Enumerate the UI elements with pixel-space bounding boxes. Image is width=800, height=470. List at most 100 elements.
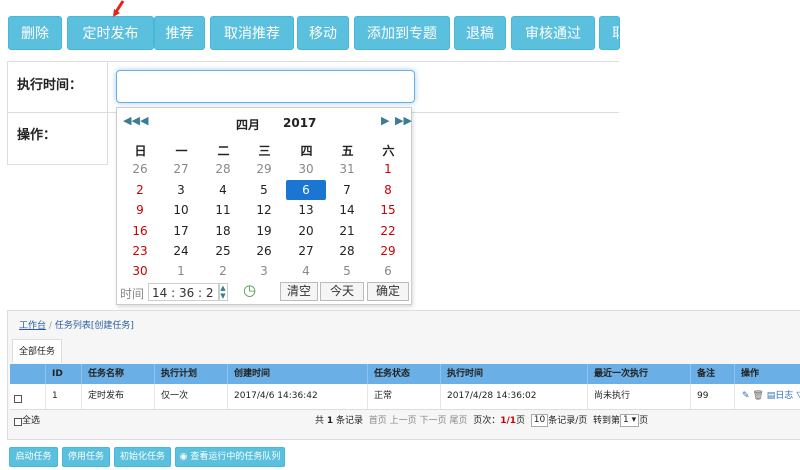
breadcrumb-home-link[interactable]: 工作台	[19, 321, 46, 331]
column-header: 备注	[690, 364, 734, 384]
time-input[interactable]: 14 : 36 : 2	[148, 283, 220, 301]
calendar-day[interactable]: 4	[203, 180, 243, 200]
calendar-day[interactable]: 26	[244, 241, 284, 261]
ok-button[interactable]: 确定	[367, 282, 409, 301]
prev-month-icon[interactable]: ◀	[140, 114, 148, 127]
time-spinner[interactable]: ▲ ▼	[218, 283, 228, 301]
goto-page-select[interactable]: 1 ▾	[620, 414, 640, 427]
first-page-link[interactable]: 首页	[369, 416, 387, 426]
calendar-day[interactable]: 29	[368, 241, 408, 261]
column-header: ID	[45, 364, 81, 384]
breadcrumb-separator: /	[48, 321, 52, 331]
exec-time-input[interactable]	[116, 70, 415, 103]
approve-button[interactable]: 审核通过	[511, 16, 595, 50]
calendar-day[interactable]: 3	[161, 180, 201, 200]
view-running-queue-button[interactable]: ◉ 查看运行中的任务队列	[175, 447, 285, 467]
calendar-day[interactable]: 10	[161, 200, 201, 220]
per-page-input[interactable]: 10	[530, 414, 549, 427]
calendar-day[interactable]: 28	[203, 159, 243, 179]
calendar-day[interactable]: 21	[327, 221, 367, 241]
today-button[interactable]: 今天	[320, 282, 364, 301]
prev-page-link[interactable]: 上一页	[390, 416, 417, 426]
calendar-day[interactable]: 5	[244, 180, 284, 200]
calendar-day[interactable]: 28	[327, 241, 367, 261]
calendar-day[interactable]: 2	[203, 261, 243, 281]
view-running-queue-label: 查看运行中的任务队列	[190, 452, 281, 462]
calendar-month[interactable]: 四月	[236, 116, 260, 133]
next-year-icon[interactable]: ▶▶	[395, 114, 412, 127]
stop-task-button[interactable]: 停用任务	[62, 447, 110, 467]
calendar-day[interactable]: 30	[120, 261, 160, 281]
calendar-day[interactable]: 17	[161, 221, 201, 241]
log-icon[interactable]: ▤	[767, 384, 776, 409]
schedule-publish-button[interactable]: 定时发布	[67, 16, 154, 50]
time-label: 时间	[120, 287, 145, 301]
breadcrumb-task-list[interactable]: 任务列表	[55, 321, 91, 331]
calendar-day[interactable]: 22	[368, 221, 408, 241]
cancel-recommend-button[interactable]: 取消推荐	[210, 16, 294, 50]
next-page-link[interactable]: 下一页	[420, 416, 447, 426]
calendar-day[interactable]: 1	[161, 261, 201, 281]
cell-created: 2017/4/6 14:36:42	[227, 384, 367, 409]
delete-icon[interactable]: 🗑	[752, 384, 763, 409]
calendar-day[interactable]: 1	[368, 159, 408, 179]
calendar-day[interactable]: 14	[327, 200, 367, 220]
cell-remark: 99	[690, 384, 734, 409]
calendar-year[interactable]: 2017	[283, 116, 316, 130]
calendar-day[interactable]: 2	[120, 180, 160, 200]
next-month-icon[interactable]: ▶	[381, 114, 389, 127]
calendar-day[interactable]: 24	[161, 241, 201, 261]
calendar-day[interactable]: 3	[244, 261, 284, 281]
cell-exec-time: 2017/4/28 14:36:02	[440, 384, 587, 409]
calendar-day[interactable]: 8	[368, 180, 408, 200]
calendar-day[interactable]: 27	[161, 159, 201, 179]
add-to-topic-button[interactable]: 添加到专题	[354, 16, 450, 50]
recommend-button[interactable]: 推荐	[154, 16, 205, 50]
calendar-day[interactable]: 7	[327, 180, 367, 200]
clear-button[interactable]: 清空	[280, 282, 318, 301]
calendar-day[interactable]: 15	[368, 200, 408, 220]
row-checkbox[interactable]	[14, 395, 22, 403]
calendar-day[interactable]: 20	[286, 221, 326, 241]
select-all-label: 全选	[22, 416, 41, 426]
run-icon[interactable]: ⧩	[796, 384, 800, 409]
calendar-day[interactable]: 26	[120, 159, 160, 179]
goto-suffix: 页	[639, 416, 649, 426]
column-header: 创建时间	[227, 364, 367, 384]
breadcrumb: 工作台 / 任务列表[创建任务]	[19, 318, 134, 331]
calendar-day[interactable]: 19	[244, 221, 284, 241]
calendar-day[interactable]: 9	[120, 200, 160, 220]
reject-button[interactable]: 退稿	[454, 16, 506, 50]
calendar-day[interactable]: 30	[286, 159, 326, 179]
calendar-day[interactable]: 18	[203, 221, 243, 241]
calendar-day[interactable]: 4	[286, 261, 326, 281]
select-all-checkbox[interactable]	[14, 418, 22, 426]
goto-prefix: 转到第	[593, 416, 621, 426]
start-task-button[interactable]: 启动任务	[9, 447, 58, 467]
calendar-day[interactable]: 16	[120, 221, 160, 241]
calendar-day[interactable]: 23	[120, 241, 160, 261]
delete-button[interactable]: 删除	[8, 16, 62, 50]
prev-year-icon[interactable]: ◀◀	[123, 114, 140, 127]
init-task-button[interactable]: 初始化任务	[114, 447, 171, 467]
create-task-link[interactable]: [创建任务]	[91, 321, 134, 331]
tab-all-tasks[interactable]: 全部任务	[12, 339, 62, 363]
edit-icon[interactable]: ✎	[742, 384, 750, 409]
weekday-header: 六	[382, 144, 395, 158]
last-page-link[interactable]: 尾页	[449, 416, 467, 426]
column-header: 执行计划	[154, 364, 227, 384]
calendar-day[interactable]: 27	[286, 241, 326, 261]
calendar-day-selected[interactable]: 6	[286, 180, 326, 200]
move-button[interactable]: 移动	[297, 16, 349, 50]
log-link[interactable]: 日志	[775, 391, 793, 401]
calendar-day[interactable]: 25	[203, 241, 243, 261]
calendar-day[interactable]: 5	[327, 261, 367, 281]
calendar-day[interactable]: 6	[368, 261, 408, 281]
calendar-day[interactable]: 29	[244, 159, 284, 179]
calendar-day[interactable]: 11	[203, 200, 243, 220]
calendar-day[interactable]: 12	[244, 200, 284, 220]
clock-icon[interactable]: ◷	[243, 281, 256, 299]
calendar-day[interactable]: 31	[327, 159, 367, 179]
calendar-day[interactable]: 13	[286, 200, 326, 220]
more-button[interactable]: 取	[599, 16, 620, 50]
